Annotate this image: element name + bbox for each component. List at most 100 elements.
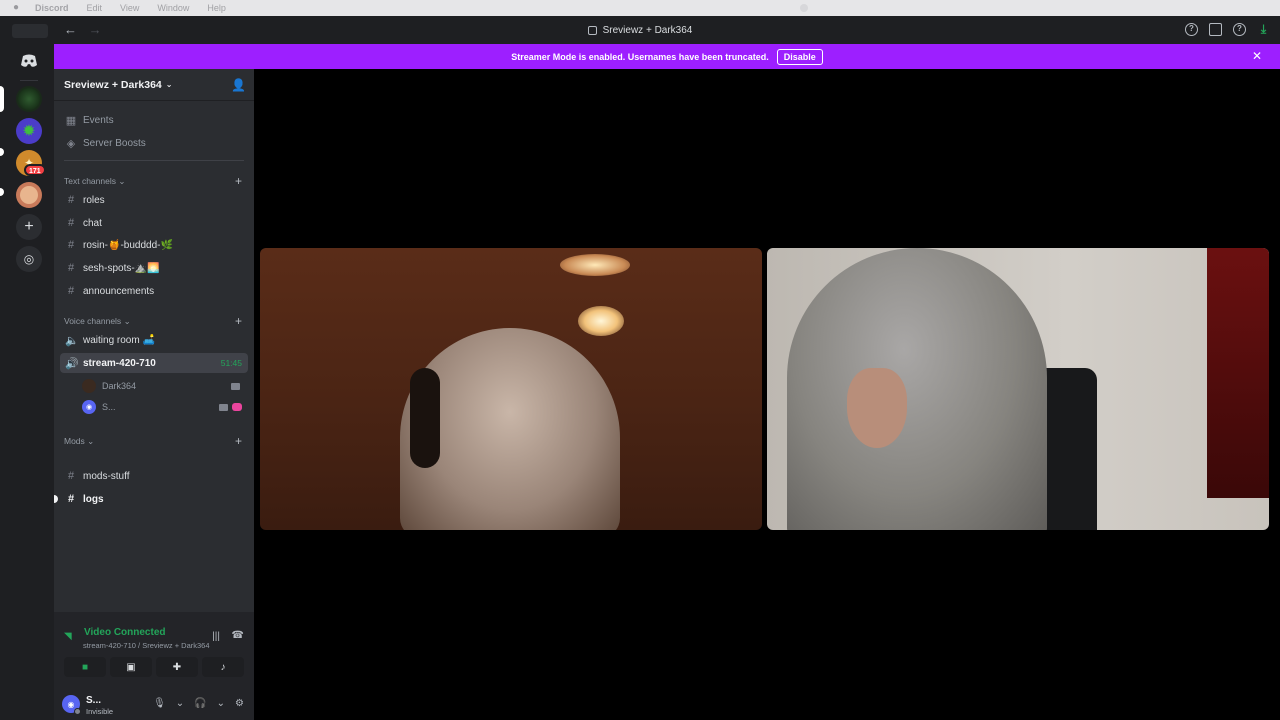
share-screen-button[interactable]: ▣	[110, 657, 152, 677]
menu-edit[interactable]: Edit	[87, 3, 103, 13]
create-channel-plus-icon[interactable]: +	[235, 314, 242, 328]
voice-user-name: S...	[102, 402, 116, 412]
apple-icon[interactable]: ●	[13, 3, 23, 13]
channel-label: chat	[83, 217, 102, 229]
macos-menu-bar: ● Discord Edit View Window Help	[0, 0, 1280, 16]
voice-status[interactable]: Video Connected	[84, 627, 166, 638]
channel-rosin[interactable]: # rosin-🍯-budddd-🌿	[60, 235, 248, 255]
voice-controls: ■ ▣ ✚ ♪	[64, 657, 244, 679]
menu-view[interactable]: View	[120, 3, 139, 13]
hashtag-icon: #	[67, 493, 75, 505]
inbox-icon[interactable]	[1209, 23, 1222, 36]
chevron-down-icon[interactable]: ⌄	[217, 698, 225, 709]
help-icon[interactable]: ?	[1185, 23, 1198, 36]
signal-strength-icon[interactable]: ◥	[64, 631, 78, 642]
server-boosts-item[interactable]: ◈ Server Boosts	[60, 133, 248, 153]
channel-logs[interactable]: # logs	[54, 489, 248, 509]
category-label: Mods	[64, 436, 85, 446]
gear-icon[interactable]: ⚙	[235, 698, 244, 709]
user-name[interactable]: S...	[86, 695, 101, 706]
server-boosts-label: Server Boosts	[83, 137, 146, 149]
disconnect-icon[interactable]: ☎	[232, 630, 244, 641]
soundboard-button[interactable]: ♪	[202, 657, 244, 677]
channel-label: rosin-🍯-budddd-🌿	[83, 239, 173, 251]
boost-gem-icon: ◈	[66, 137, 76, 150]
banner-message: Streamer Mode is enabled. Usernames have…	[511, 51, 769, 62]
server-avatar-icon[interactable]	[16, 182, 42, 208]
category-label: Text channels	[64, 176, 116, 186]
channel-label: stream-420-710	[83, 357, 156, 369]
events-label: Events	[83, 114, 114, 126]
menu-help[interactable]: Help	[207, 3, 226, 13]
invite-people-icon[interactable]: 👤	[231, 78, 246, 92]
explore-compass-icon[interactable]: ◎	[16, 246, 42, 272]
channel-roles[interactable]: # roles	[60, 190, 248, 210]
channel-chat[interactable]: # chat	[60, 213, 248, 233]
window-title: Sreviewz + Dark364	[0, 16, 1280, 44]
activity-icon	[232, 403, 242, 411]
channel-label: roles	[83, 194, 105, 206]
chevron-down-icon[interactable]: ⌄	[176, 698, 184, 709]
headphones-icon[interactable]: 🎧	[194, 698, 206, 709]
voice-user-self[interactable]: ◉ S...	[82, 398, 248, 416]
channel-mods-stuff[interactable]: # mods-stuff	[60, 466, 248, 486]
guild-name: Sreviewz + Dark364	[64, 78, 162, 91]
category-voice-channels[interactable]: Voice channels ⌄ +	[64, 314, 248, 328]
category-text-channels[interactable]: Text channels ⌄ +	[64, 174, 248, 188]
hashtag-icon: #	[67, 217, 75, 229]
channel-sidebar: Sreviewz + Dark364 ⌄ 👤 ▦ Events ◈ Server…	[54, 69, 254, 720]
menu-window[interactable]: Window	[157, 3, 189, 13]
disable-streamer-mode-button[interactable]: Disable	[776, 48, 823, 65]
voice-channel-waiting-room[interactable]: 🔈 waiting room 🛋️	[60, 330, 248, 350]
headset	[410, 368, 440, 468]
video-tile-participant-1[interactable]	[260, 248, 762, 530]
avatar: ◉	[82, 400, 96, 414]
menu-app-name[interactable]: Discord	[35, 3, 69, 13]
download-icon[interactable]: ⤓	[1257, 23, 1270, 36]
events-item[interactable]: ▦ Events	[60, 110, 248, 130]
lamp-glow	[578, 306, 624, 336]
title-bar: ← → Sreviewz + Dark364 ? ? ⤓	[0, 16, 1280, 44]
server-sreviewz-icon[interactable]	[16, 86, 42, 112]
discord-window: ← → Sreviewz + Dark364 ? ? ⤓ ✹ ✦ 171 + ◎…	[0, 16, 1280, 720]
menubar-status-dot	[800, 4, 808, 12]
create-channel-plus-icon[interactable]: +	[235, 174, 242, 188]
red-jacket	[1207, 248, 1269, 498]
voice-channel-path[interactable]: stream-420-710 / Sreviewz + Dark364	[83, 641, 253, 650]
chevron-down-icon: ⌄	[165, 80, 173, 89]
ceiling-lamp	[560, 254, 630, 276]
guild-header[interactable]: Sreviewz + Dark364 ⌄ 👤	[54, 69, 254, 101]
title-bar-actions: ? ? ⤓	[1185, 23, 1270, 36]
support-icon[interactable]: ?	[1233, 23, 1246, 36]
server-leaf-icon[interactable]: ✹	[16, 118, 42, 144]
camera-toggle-button[interactable]: ■	[64, 657, 106, 677]
video-stage	[254, 69, 1280, 720]
chevron-down-icon: ⌄	[123, 315, 131, 326]
category-label: Voice channels	[64, 316, 122, 326]
hashtag-icon: #	[67, 262, 75, 274]
speaker-connected-icon: 🔊	[65, 357, 79, 370]
microphone-icon[interactable]: 🎙	[153, 698, 166, 709]
create-channel-plus-icon[interactable]: +	[235, 434, 242, 448]
channel-announcements[interactable]: # announcements	[60, 281, 248, 301]
discord-home-icon[interactable]	[16, 48, 42, 74]
camera-icon	[231, 382, 240, 390]
mention-badge: 171	[24, 164, 46, 176]
sidebar-divider	[64, 160, 244, 161]
category-mods[interactable]: Mods ⌄ +	[64, 434, 248, 448]
voice-user-dark364[interactable]: Dark364	[82, 377, 248, 395]
server-rail: ✹ ✦ 171 + ◎	[0, 44, 58, 720]
voice-channel-stream[interactable]: 🔊 stream-420-710 51:45	[60, 353, 248, 373]
avatar	[82, 379, 96, 393]
hooded-person	[787, 248, 1047, 530]
hashtag-icon: #	[67, 470, 75, 482]
hashtag-icon: #	[67, 239, 75, 251]
video-tile-participant-2[interactable]	[767, 248, 1269, 530]
close-icon[interactable]: ✕	[1252, 49, 1262, 63]
hashtag-icon: #	[67, 194, 75, 206]
user-panel: ◉ S... Invisible 🎙 ⌄ 🎧 ⌄ ⚙	[62, 693, 248, 719]
activities-button[interactable]: ✚	[156, 657, 198, 677]
noise-suppression-icon[interactable]: |||	[212, 631, 220, 642]
add-server-icon[interactable]: +	[16, 214, 42, 240]
channel-sesh-spots[interactable]: # sesh-spots-⛰️🌅	[60, 258, 248, 278]
